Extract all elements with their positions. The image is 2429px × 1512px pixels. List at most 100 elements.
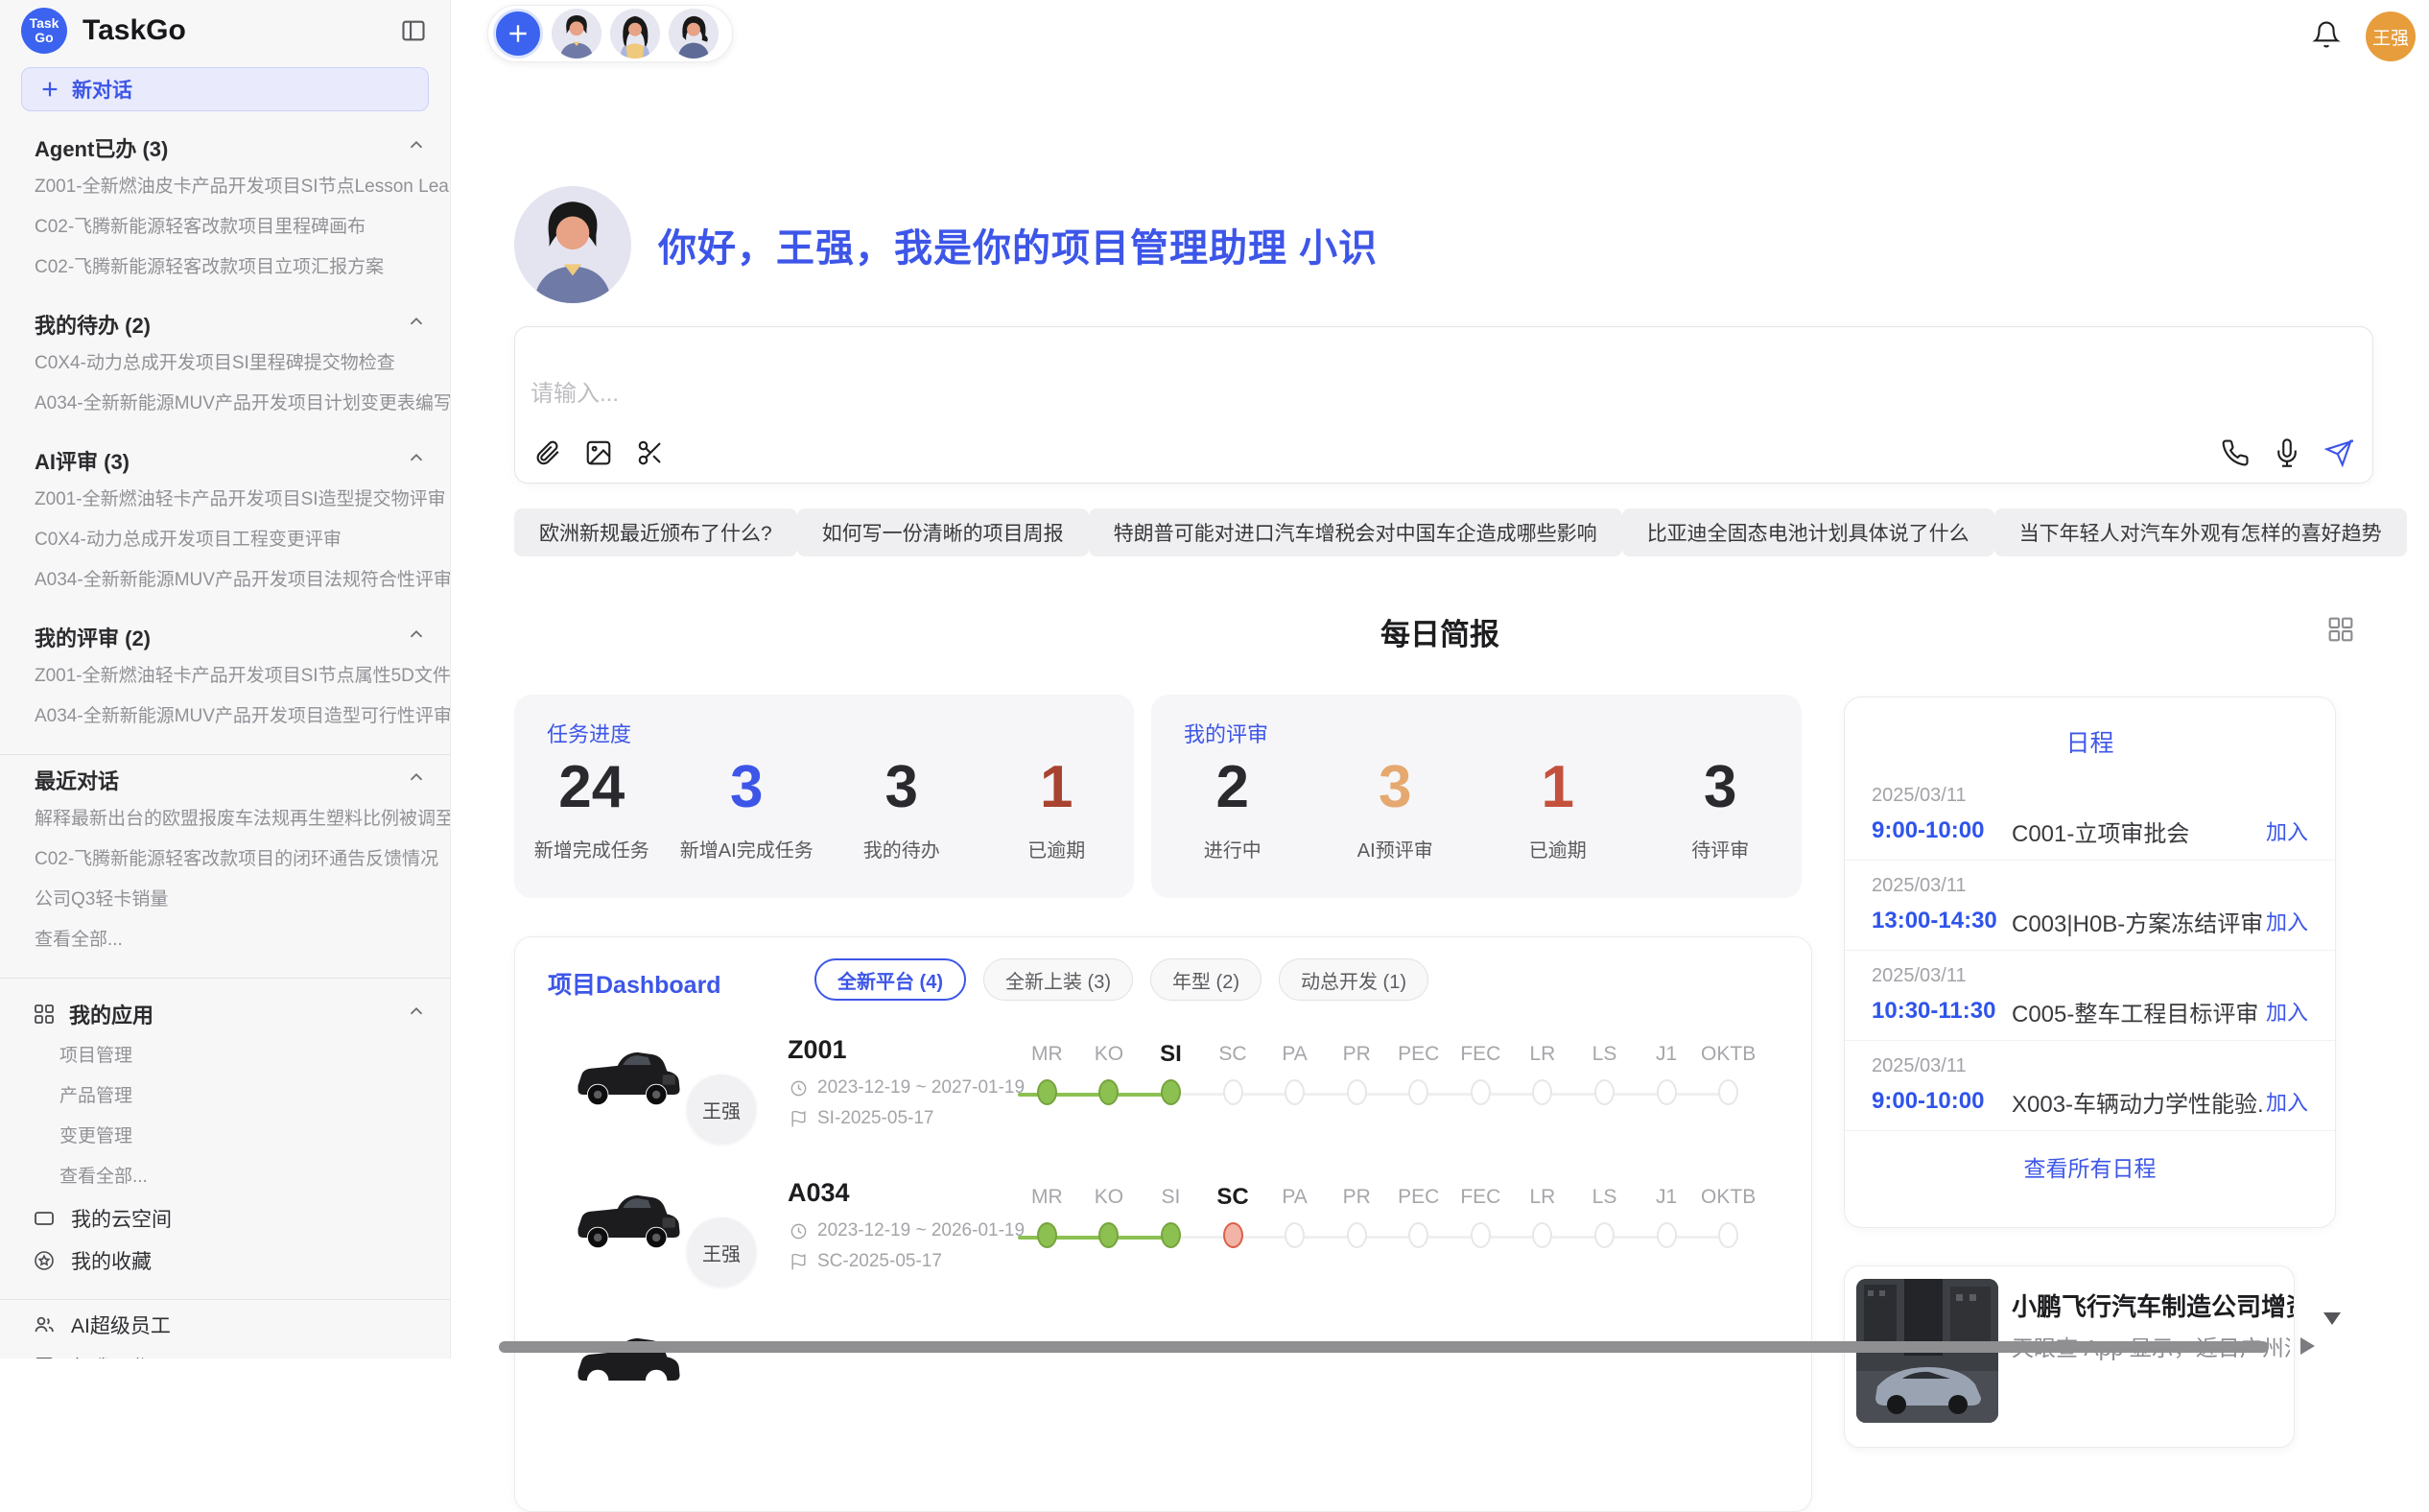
scroll-right-arrow[interactable] bbox=[2300, 1337, 2315, 1355]
milestone: PA bbox=[1263, 1035, 1326, 1105]
join-link[interactable]: 加入 bbox=[2266, 996, 2308, 1027]
send-icon[interactable] bbox=[2324, 438, 2353, 467]
list-item[interactable]: Z001-全新燃油轻卡产品开发项目SI节点属性5D文件评审 bbox=[0, 656, 450, 697]
user-avatar[interactable]: 王强 bbox=[2366, 12, 2416, 61]
cloud-space-icon bbox=[33, 1207, 56, 1230]
sidebar: Task Go TaskGo 新对话 Agent已办 (3) Z001-全新燃油… bbox=[0, 0, 451, 1358]
milestone-dot bbox=[1347, 1222, 1367, 1248]
star-circle-icon bbox=[33, 1249, 56, 1272]
chat-input[interactable] bbox=[531, 381, 2161, 408]
scroll-down-arrow[interactable] bbox=[2323, 1312, 2341, 1325]
help-write-label: 帮我写作 bbox=[71, 1353, 152, 1358]
list-item[interactable]: C02-飞腾新能源轻客改款项目里程碑画布 bbox=[0, 207, 450, 248]
suggestion-chip[interactable]: 当下年轻人对汽车外观有怎样的喜好趋势 bbox=[1994, 508, 2407, 556]
milestone: PA bbox=[1263, 1178, 1326, 1248]
filter-tab-active[interactable]: 全新平台 (4) bbox=[814, 958, 966, 1001]
chevron-up-icon[interactable] bbox=[406, 1001, 427, 1028]
sidebar-item-cloud-space[interactable]: 我的云空间 bbox=[0, 1197, 450, 1240]
view-all-schedule-link[interactable]: 查看所有日程 bbox=[1845, 1150, 2335, 1183]
horizontal-scrollbar[interactable] bbox=[499, 1341, 2269, 1353]
event-name: C003|H0B-方案冻结评审 bbox=[2012, 905, 2266, 938]
new-chat-button[interactable]: 新对话 bbox=[21, 67, 429, 111]
sidebar-item-favorites[interactable]: 我的收藏 bbox=[0, 1240, 450, 1282]
chevron-up-icon[interactable] bbox=[406, 134, 427, 161]
avatar[interactable] bbox=[669, 9, 719, 59]
sidebar-item-product-mgmt[interactable]: 产品管理 bbox=[0, 1076, 450, 1117]
section-my-todo[interactable]: 我的待办 (2) bbox=[0, 305, 450, 343]
suggestion-chip[interactable]: 如何写一份清晰的项目周报 bbox=[797, 508, 1089, 556]
sidebar-item-project-mgmt[interactable]: 项目管理 bbox=[0, 1036, 450, 1076]
milestone-dot bbox=[1285, 1222, 1305, 1248]
suggestion-chip[interactable]: 欧洲新规最近颁布了什么? bbox=[514, 508, 797, 556]
join-link[interactable]: 加入 bbox=[2266, 815, 2308, 846]
section-recent-chats[interactable]: 最近对话 bbox=[0, 761, 450, 799]
chevron-up-icon[interactable] bbox=[406, 624, 427, 650]
event-time: 9:00-10:00 bbox=[1872, 817, 2012, 844]
project-dates: 2023-12-19 ~ 2026-01-19 bbox=[790, 1220, 1025, 1241]
sidebar-item-ai-employee[interactable]: AI超级员工 bbox=[0, 1304, 450, 1346]
list-item[interactable]: C02-飞腾新能源轻客改款项目立项汇报方案 bbox=[0, 248, 450, 288]
phone-icon[interactable] bbox=[2221, 438, 2250, 467]
layout-grid-icon[interactable] bbox=[2325, 614, 2356, 650]
milestone-dot bbox=[1223, 1079, 1243, 1105]
milestone-dot bbox=[1161, 1079, 1181, 1105]
chevron-up-icon[interactable] bbox=[406, 447, 427, 474]
list-item[interactable]: 解释最新出台的欧盟报废车法规再生塑料比例被调至15% bbox=[0, 799, 450, 839]
microphone-icon[interactable] bbox=[2273, 438, 2301, 467]
list-item[interactable]: A034-全新新能源MUV产品开发项目计划变更表编写 bbox=[0, 384, 450, 424]
suggestion-chip[interactable]: 特朗普可能对进口汽车增税会对中国车企造成哪些影响 bbox=[1089, 508, 1622, 556]
notification-bell-icon[interactable] bbox=[2312, 20, 2341, 54]
section-my-review[interactable]: 我的评审 (2) bbox=[0, 618, 450, 656]
project-row[interactable]: 王强 Z001 2023-12-19 ~ 2027-01-19 SI-2025-… bbox=[515, 1035, 1811, 1179]
avatar[interactable] bbox=[552, 9, 601, 59]
news-card[interactable]: 小鹏飞行汽车制造公司增资 天眼查 App 显示，近日广州汇天飞行汽 bbox=[1844, 1265, 2295, 1448]
view-all-apps[interactable]: 查看全部... bbox=[0, 1157, 450, 1197]
sidebar-collapse-icon[interactable] bbox=[398, 15, 429, 46]
join-link[interactable]: 加入 bbox=[2266, 1086, 2308, 1117]
avatar[interactable] bbox=[610, 9, 660, 59]
list-item[interactable]: Z001-全新燃油轻卡产品开发项目SI造型提交物评审 bbox=[0, 480, 450, 520]
list-item[interactable]: C0X4-动力总成开发项目SI里程碑提交物检查 bbox=[0, 343, 450, 384]
list-item[interactable]: 公司Q3轻卡销量 bbox=[0, 880, 450, 920]
list-item[interactable]: Z001-全新燃油皮卡产品开发项目SI节点Lesson Learn报告 bbox=[0, 167, 450, 207]
sidebar-item-help-write[interactable]: 帮我写作 bbox=[0, 1346, 450, 1358]
list-item[interactable]: C02-飞腾新能源轻客改款项目的闭环通告反馈情况 bbox=[0, 839, 450, 880]
attachment-icon[interactable] bbox=[532, 438, 561, 467]
join-link[interactable]: 加入 bbox=[2266, 906, 2308, 936]
event-date: 2025/03/11 bbox=[1872, 783, 2308, 808]
divider bbox=[0, 978, 450, 979]
milestone-track: MR KO SI SC PA PR PEC FEC LR LS J1 OKTB bbox=[1016, 1035, 1759, 1131]
list-item[interactable]: A034-全新新能源MUV产品开发项目法规符合性评审 bbox=[0, 560, 450, 601]
favorites-label: 我的收藏 bbox=[71, 1246, 152, 1275]
stat-ai-prereview: 3 AI预评审 bbox=[1314, 756, 1477, 862]
milestone-track: MR KO SI SC PA PR PEC FEC LR LS J1 OKTB bbox=[1016, 1178, 1759, 1274]
event-name: X003-车辆动力学性能验... bbox=[2012, 1085, 2266, 1119]
scissors-icon[interactable] bbox=[636, 438, 665, 467]
list-item[interactable]: C0X4-动力总成开发项目工程变更评审 bbox=[0, 520, 450, 560]
project-vehicle-image bbox=[571, 1321, 688, 1409]
filter-tab[interactable]: 动总开发 (1) bbox=[1279, 958, 1428, 1001]
add-agent-button[interactable] bbox=[493, 9, 543, 59]
event-time: 9:00-10:00 bbox=[1872, 1088, 2012, 1115]
filter-tab[interactable]: 年型 (2) bbox=[1150, 958, 1262, 1001]
chevron-up-icon[interactable] bbox=[406, 311, 427, 338]
milestone-dot bbox=[1285, 1079, 1305, 1105]
milestone: MR bbox=[1016, 1178, 1078, 1248]
sidebar-item-change-mgmt[interactable]: 变更管理 bbox=[0, 1117, 450, 1157]
milestone: PR bbox=[1326, 1178, 1388, 1248]
project-row[interactable]: 王强 A034 2023-12-19 ~ 2026-01-19 SC-2025-… bbox=[515, 1178, 1811, 1322]
sidebar-item-my-apps[interactable]: 我的应用 bbox=[0, 992, 450, 1036]
section-agent-done[interactable]: Agent已办 (3) bbox=[0, 129, 450, 167]
section-label: 我的评审 (2) bbox=[35, 622, 151, 652]
view-all-chats[interactable]: 查看全部... bbox=[0, 920, 450, 960]
section-ai-review[interactable]: AI评审 (3) bbox=[0, 441, 450, 480]
milestone: MR bbox=[1016, 1035, 1078, 1105]
image-icon[interactable] bbox=[584, 438, 613, 467]
plus-icon bbox=[39, 79, 60, 100]
milestone-dot bbox=[1532, 1079, 1552, 1105]
list-item[interactable]: A034-全新新能源MUV产品开发项目造型可行性评审 bbox=[0, 697, 450, 737]
suggestion-chip[interactable]: 比亚迪全固态电池计划具体说了什么 bbox=[1622, 508, 1994, 556]
chevron-up-icon[interactable] bbox=[406, 767, 427, 793]
milestone-dot bbox=[1594, 1079, 1615, 1105]
filter-tab[interactable]: 全新上装 (3) bbox=[983, 958, 1133, 1001]
